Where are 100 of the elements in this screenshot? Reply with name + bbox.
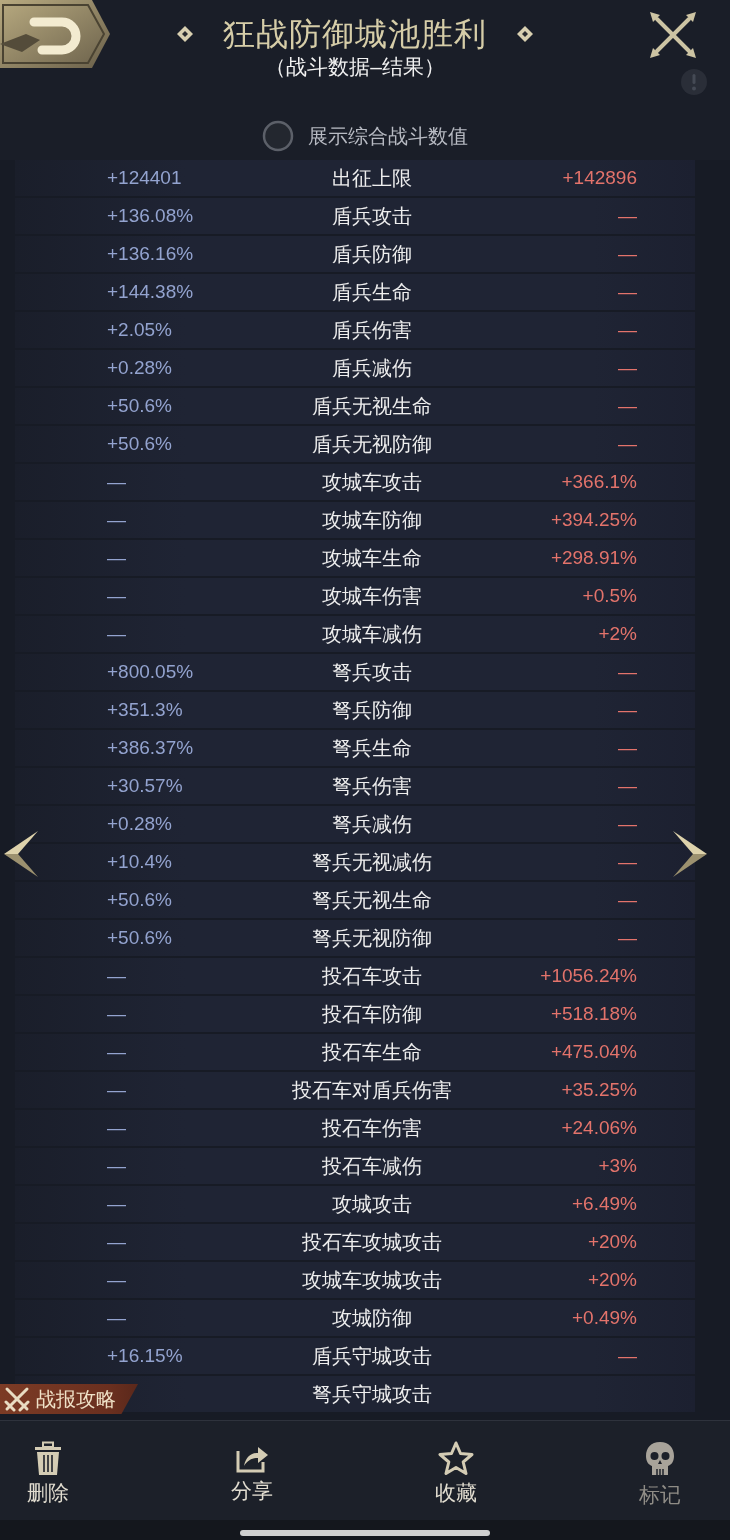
right-value: +0.5% <box>582 585 637 607</box>
radio-button[interactable] <box>262 120 294 152</box>
close-icon[interactable] <box>650 12 696 58</box>
stat-name: 攻城车伤害 <box>322 583 422 609</box>
right-value: — <box>618 395 637 417</box>
stat-name: 攻城防御 <box>332 1305 412 1331</box>
right-value: — <box>618 205 637 227</box>
stat-name: 攻城攻击 <box>332 1191 412 1217</box>
left-value: — <box>107 1231 126 1253</box>
left-value: +124401 <box>107 167 182 189</box>
chevron-left-icon[interactable] <box>4 831 38 877</box>
left-value: — <box>107 1155 126 1177</box>
right-value: +20% <box>587 1269 637 1291</box>
right-value: +2% <box>598 623 637 645</box>
right-value: — <box>618 927 637 949</box>
stat-name: 弩兵无视减伤 <box>312 849 432 875</box>
star-icon <box>438 1441 474 1475</box>
right-value: +24.06% <box>561 1117 637 1139</box>
emblem-icon[interactable] <box>0 0 110 68</box>
left-value: — <box>107 509 126 531</box>
right-value: — <box>618 243 637 265</box>
left-value: — <box>107 471 126 493</box>
left-value: +136.16% <box>107 243 194 265</box>
right-value: — <box>618 1345 637 1367</box>
stat-name: 投石车防御 <box>322 1001 422 1027</box>
stat-name: 攻城车攻击 <box>322 469 422 495</box>
chevron-right-icon[interactable] <box>673 831 707 877</box>
left-value: +800.05% <box>107 661 194 683</box>
right-value: — <box>618 775 637 797</box>
stat-name: 盾兵防御 <box>332 241 412 267</box>
left-value: +10.4% <box>107 851 172 873</box>
stat-name: 攻城车生命 <box>322 545 422 571</box>
left-value: +50.6% <box>107 927 172 949</box>
right-value: +298.91% <box>550 547 637 569</box>
stat-name: 投石车伤害 <box>322 1115 422 1141</box>
favorite-button[interactable]: 收藏 <box>420 1421 492 1507</box>
right-value: — <box>618 737 637 759</box>
right-value: — <box>618 889 637 911</box>
left-value: — <box>107 1079 126 1101</box>
delete-button[interactable]: 删除 <box>12 1421 84 1507</box>
right-value: +394.25% <box>550 509 637 531</box>
right-value: +366.1% <box>561 471 637 493</box>
stat-name: 盾兵守城攻击 <box>312 1343 432 1369</box>
left-value: +30.57% <box>107 775 183 797</box>
stat-name: 盾兵无视防御 <box>312 431 432 457</box>
stat-name: 出征上限 <box>332 165 412 191</box>
left-value: — <box>107 585 126 607</box>
right-value: — <box>618 661 637 683</box>
stat-name: 盾兵攻击 <box>332 203 412 229</box>
stat-name: 盾兵减伤 <box>332 355 412 381</box>
left-value: +0.28% <box>107 357 172 379</box>
right-value: +3% <box>598 1155 637 1177</box>
toggle-label: 展示综合战斗数值 <box>308 123 468 149</box>
stat-name: 攻城车防御 <box>322 507 422 533</box>
left-value: — <box>107 1193 126 1215</box>
stat-name: 弩兵减伤 <box>332 811 412 837</box>
left-value: +50.6% <box>107 889 172 911</box>
left-value: — <box>107 1003 126 1025</box>
right-value: — <box>618 699 637 721</box>
left-value: +144.38% <box>107 281 194 303</box>
right-value: +142896 <box>562 167 637 189</box>
left-value: — <box>107 1117 126 1139</box>
left-value: +386.37% <box>107 737 194 759</box>
left-value: — <box>107 1307 126 1329</box>
left-value: — <box>107 623 126 645</box>
left-value: +351.3% <box>107 699 183 721</box>
guide-badge[interactable]: 战报攻略 <box>0 1384 138 1414</box>
stat-name: 弩兵无视防御 <box>312 925 432 951</box>
stat-name: 弩兵守城攻击 <box>312 1381 432 1407</box>
right-value: — <box>618 357 637 379</box>
left-value: +136.08% <box>107 205 194 227</box>
right-value: — <box>618 319 637 341</box>
stat-name: 攻城车攻城攻击 <box>302 1267 442 1293</box>
diamond-icon <box>517 26 533 42</box>
stat-name: 投石车攻城攻击 <box>302 1229 442 1255</box>
left-value: — <box>107 1041 126 1063</box>
stat-name: 弩兵攻击 <box>332 659 412 685</box>
stat-name: 投石车减伤 <box>322 1153 422 1179</box>
crossed-swords-icon <box>4 1386 30 1412</box>
right-value: — <box>618 281 637 303</box>
subtitle: （战斗数据–结果） <box>265 54 445 80</box>
diamond-icon <box>177 26 193 42</box>
stat-name: 盾兵无视生命 <box>312 393 432 419</box>
right-value: +475.04% <box>550 1041 637 1063</box>
trash-icon <box>33 1441 63 1475</box>
right-value: +1056.24% <box>540 965 637 987</box>
stat-name: 弩兵防御 <box>332 697 412 723</box>
left-value: +2.05% <box>107 319 172 341</box>
stat-name: 投石车对盾兵伤害 <box>292 1077 452 1103</box>
left-value: — <box>107 547 126 569</box>
right-value: +518.18% <box>550 1003 637 1025</box>
stat-name: 盾兵生命 <box>332 279 412 305</box>
share-button[interactable]: 分享 <box>216 1421 288 1505</box>
stat-name: 弩兵伤害 <box>332 773 412 799</box>
left-value: +50.6% <box>107 433 172 455</box>
right-value: — <box>618 813 637 835</box>
right-value: +6.49% <box>572 1193 637 1215</box>
stat-name: 盾兵伤害 <box>332 317 412 343</box>
left-value: — <box>107 1269 126 1291</box>
left-value: +50.6% <box>107 395 172 417</box>
